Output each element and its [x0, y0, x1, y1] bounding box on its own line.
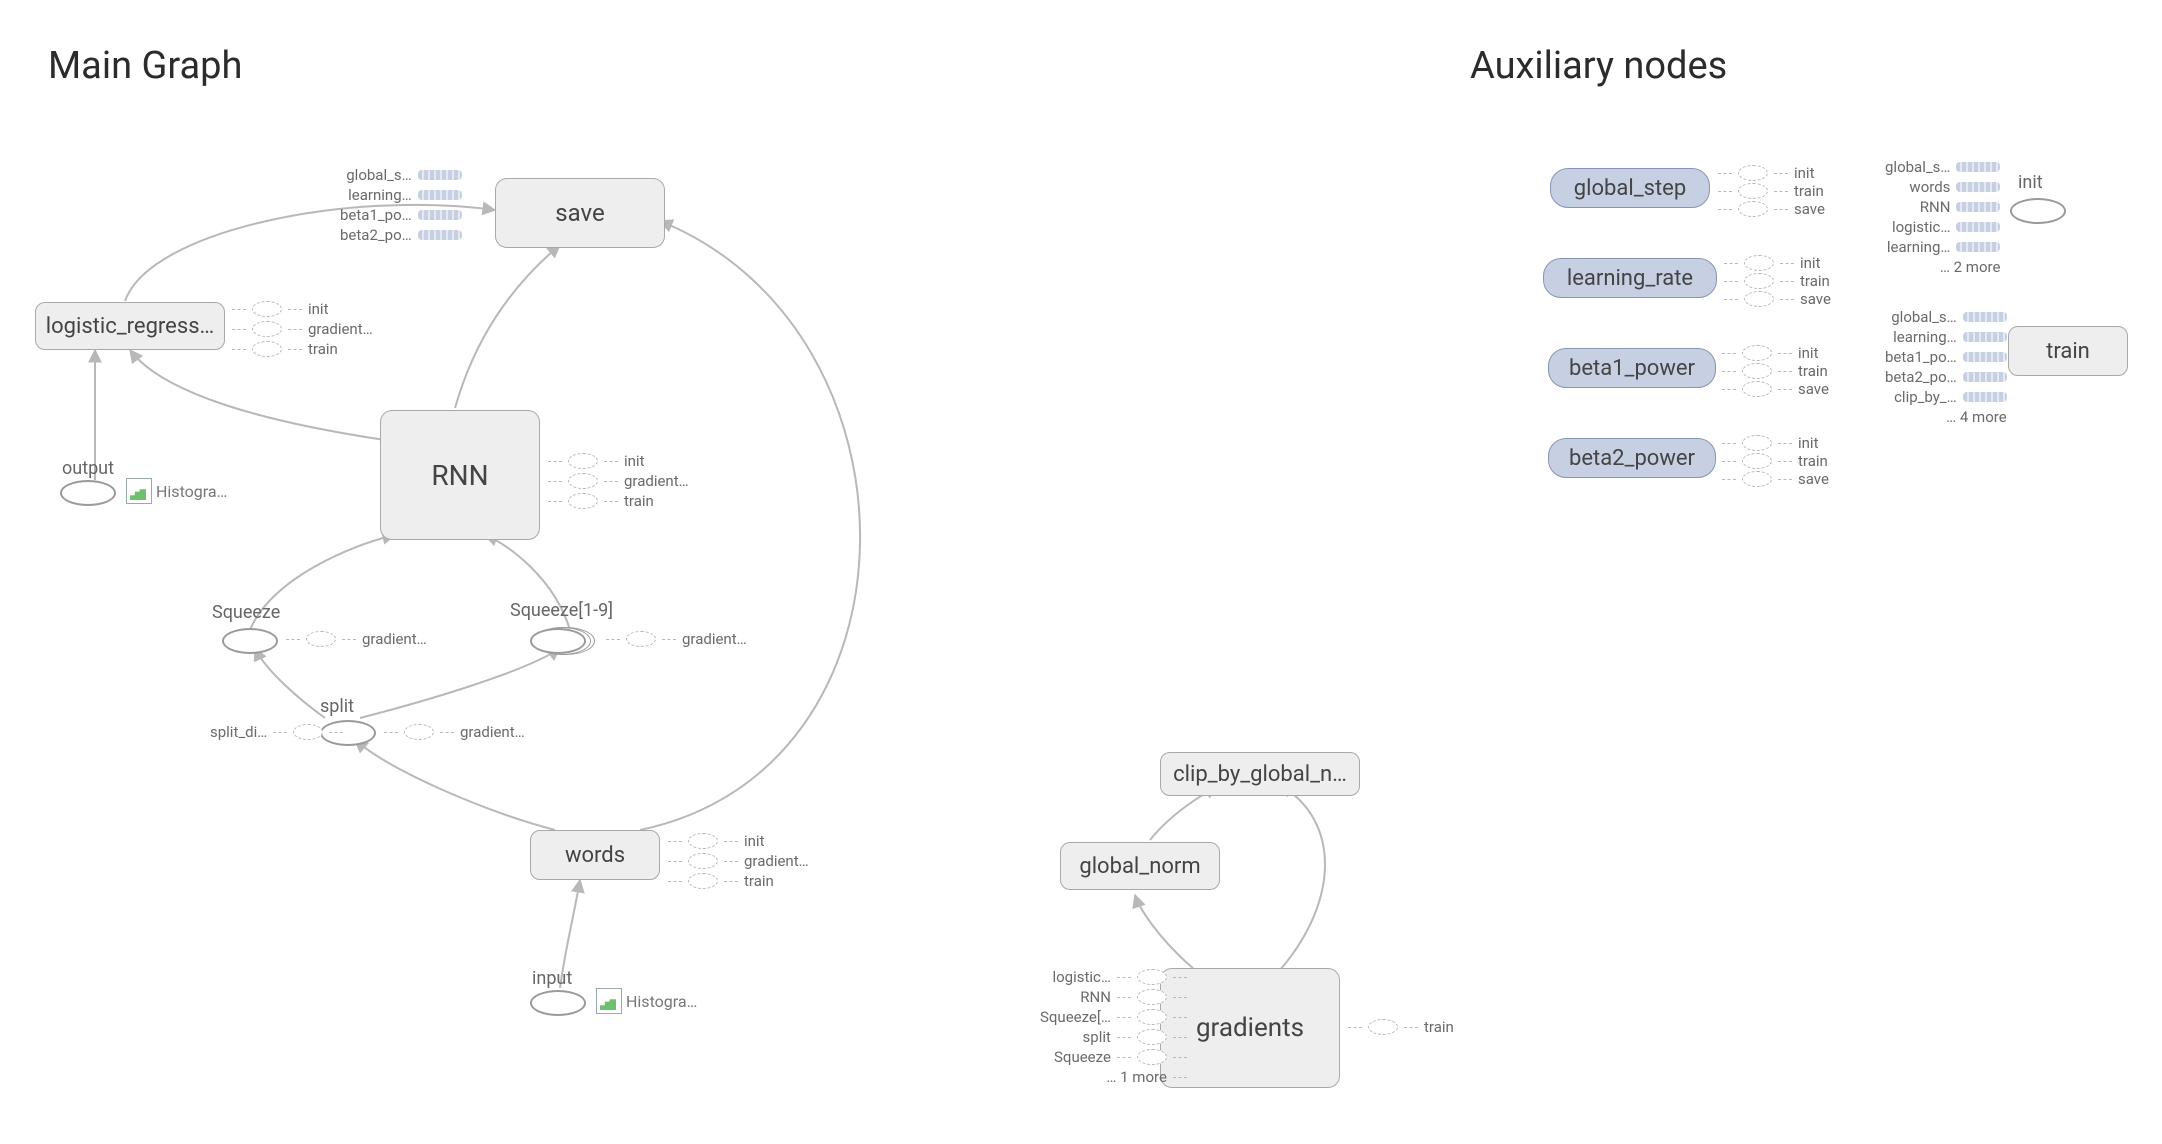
node-logistic-regress[interactable]: logistic_regress… — [35, 302, 225, 350]
input-label: input — [532, 968, 572, 989]
rnn-out-2: train — [548, 492, 654, 510]
split-in: split_di… — [210, 723, 343, 741]
var-global-step-out-1: train — [1718, 182, 1824, 200]
var-beta2-power-out-2: save — [1722, 470, 1829, 488]
gradients-inputs: logistic… RNN Squeeze[… split Squeeze … … — [1040, 968, 1187, 1086]
histogram-icon — [596, 988, 622, 1014]
gradients-out: train — [1348, 1018, 1454, 1036]
node-words[interactable]: words — [530, 830, 660, 880]
output-label: output — [62, 458, 114, 479]
squeeze19-out: gradient… — [606, 630, 747, 648]
squeeze-out: gradient… — [286, 630, 427, 648]
var-learning-rate-out-2: save — [1724, 290, 1831, 308]
var-global-step[interactable]: global_step — [1550, 168, 1710, 208]
words-out-1: gradient… — [668, 852, 809, 870]
var-beta1-power-out-0: init — [1722, 344, 1819, 362]
split-label: split — [320, 696, 354, 717]
aux-nodes-title: Auxiliary nodes — [1470, 44, 1727, 88]
words-out-2: train — [668, 872, 774, 890]
histogram-label: Histogra… — [626, 992, 697, 1011]
histogram-label: Histogra… — [156, 482, 227, 501]
var-beta2-power[interactable]: beta2_power — [1548, 438, 1716, 478]
input-histogram[interactable]: Histogra… — [596, 988, 697, 1014]
var-beta1-power[interactable]: beta1_power — [1548, 348, 1716, 388]
var-beta1-power-out-2: save — [1722, 380, 1829, 398]
save-in-2: beta1_po… — [340, 206, 412, 224]
squeeze-label: Squeeze — [212, 602, 280, 623]
logreg-out-0: init — [232, 300, 329, 318]
histogram-icon — [126, 478, 152, 504]
var-global-step-out-2: save — [1718, 200, 1825, 218]
rnn-out-0: init — [548, 452, 645, 470]
node-gradients[interactable]: gradients — [1160, 968, 1340, 1088]
op-squeeze-1-9[interactable] — [530, 628, 586, 654]
logreg-out-1: gradient… — [232, 320, 373, 338]
op-squeeze[interactable] — [222, 628, 278, 654]
train-inputs: global_s… learning… beta1_po… beta2_po… … — [1885, 308, 2007, 426]
init-inputs: global_s… words RNN logistic… learning… … — [1885, 158, 2000, 276]
node-clip-by-global-n[interactable]: clip_by_global_n… — [1160, 752, 1360, 796]
node-rnn[interactable]: RNN — [380, 410, 540, 540]
save-in-0: global_s… — [346, 166, 411, 184]
output-histogram[interactable]: Histogra… — [126, 478, 227, 504]
var-global-step-out-0: init — [1718, 164, 1815, 182]
node-train[interactable]: train — [2008, 326, 2128, 376]
op-input[interactable] — [530, 990, 586, 1016]
node-save[interactable]: save — [495, 178, 665, 248]
var-learning-rate-out-0: init — [1724, 254, 1821, 272]
main-graph-title: Main Graph — [48, 44, 242, 88]
canvas: Main Graph Auxiliary nodes — [0, 0, 2162, 1144]
var-learning-rate-out-1: train — [1724, 272, 1830, 290]
save-in-1: learning… — [348, 186, 412, 204]
init-label: init — [2018, 172, 2043, 193]
save-in-3: beta2_po… — [340, 226, 412, 244]
rnn-out-1: gradient… — [548, 472, 689, 490]
var-beta2-power-out-1: train — [1722, 452, 1828, 470]
op-init[interactable] — [2010, 198, 2066, 224]
logreg-out-2: train — [232, 340, 338, 358]
split-out: gradient… — [384, 723, 525, 741]
var-beta2-power-out-0: init — [1722, 434, 1819, 452]
var-learning-rate[interactable]: learning_rate — [1543, 258, 1717, 298]
words-out-0: init — [668, 832, 765, 850]
squeeze19-label: Squeeze[1-9] — [510, 600, 613, 621]
save-inputs: global_s… learning… beta1_po… beta2_po… — [340, 166, 462, 244]
node-global-norm[interactable]: global_norm — [1060, 842, 1220, 890]
var-beta1-power-out-1: train — [1722, 362, 1828, 380]
op-output[interactable] — [60, 480, 116, 506]
